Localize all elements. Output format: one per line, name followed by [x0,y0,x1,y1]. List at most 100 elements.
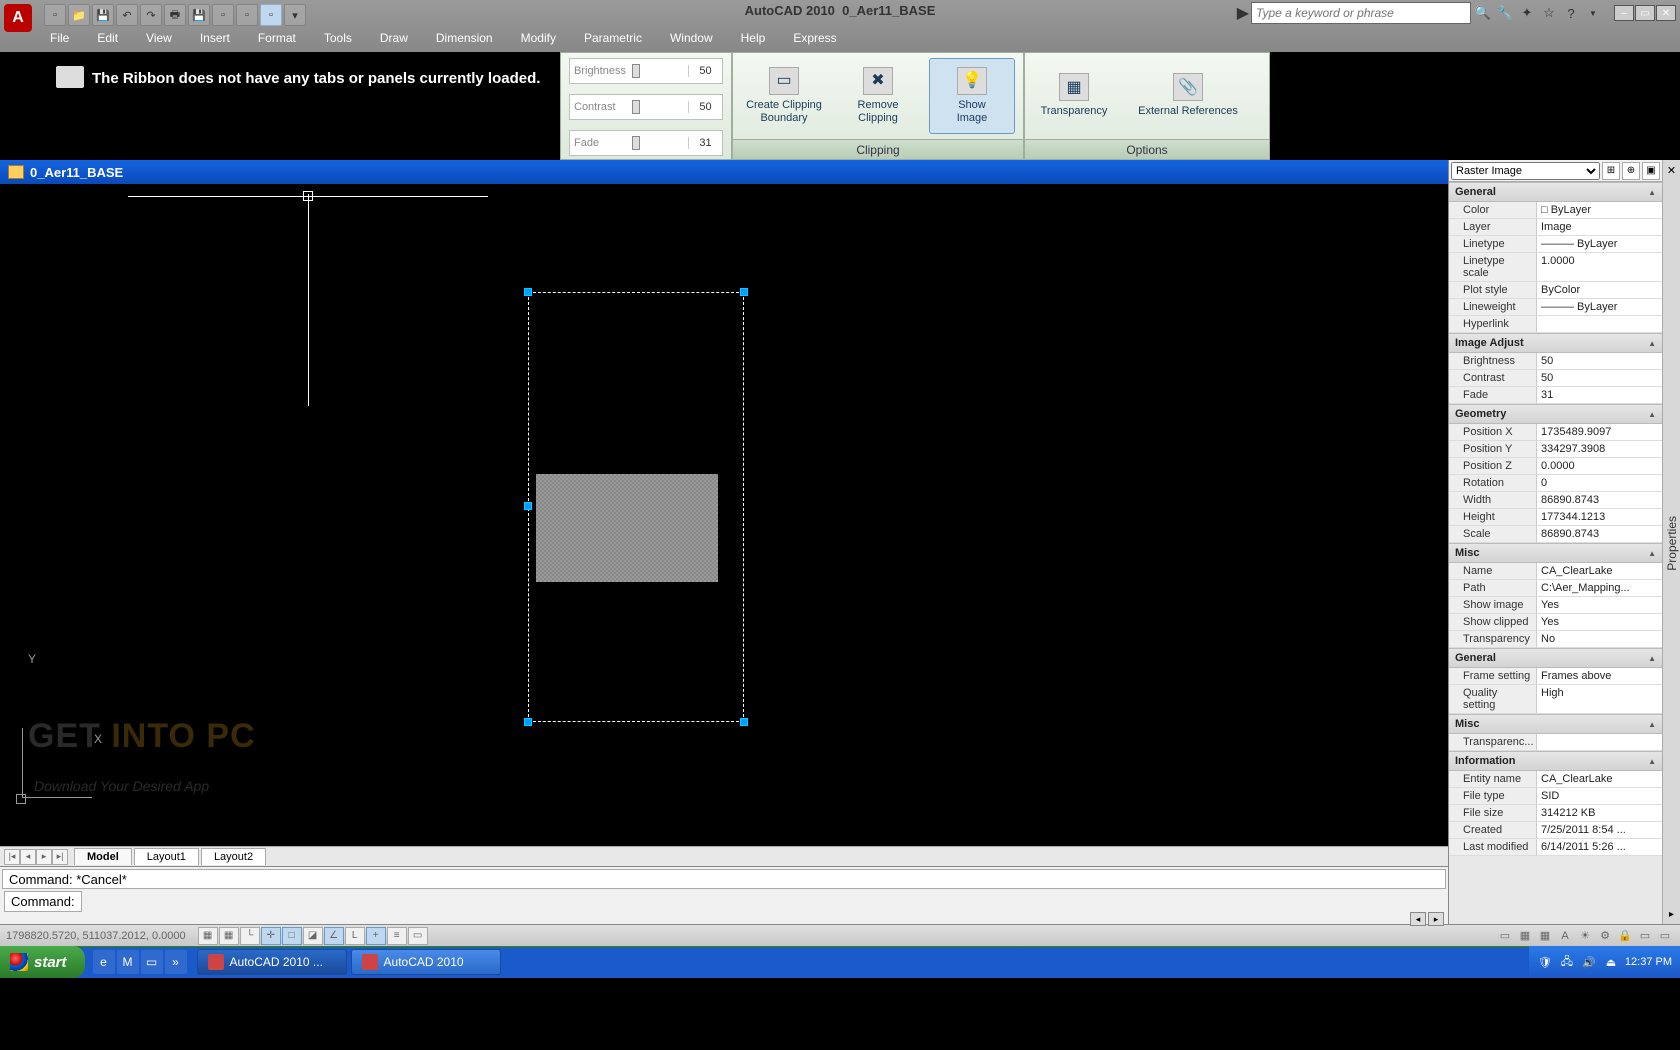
prop-row[interactable]: Contrast50 [1449,370,1662,387]
prop-row[interactable]: Scale86890.8743 [1449,526,1662,543]
menu-tools[interactable]: Tools [310,28,366,48]
workspace-switch-icon[interactable]: ⚙ [1596,927,1614,945]
menu-help[interactable]: Help [727,28,780,48]
favorite-icon[interactable]: ☆ [1539,3,1559,23]
minimize-button[interactable]: – [1614,5,1634,21]
palette-options-icon[interactable]: ▸ [1669,909,1674,920]
menu-modify[interactable]: Modify [507,28,570,48]
prop-group-header[interactable]: General▲ [1449,648,1662,668]
palette-close-icon[interactable]: ✕ [1667,164,1676,177]
hardware-accel-icon[interactable]: ▭ [1636,927,1654,945]
toolbar-lock-icon[interactable]: 🔒 [1616,927,1634,945]
3dosnap-toggle[interactable]: ◪ [303,927,323,945]
qat-print-icon[interactable]: 🖶 [164,4,186,26]
selectobj-icon[interactable]: ⊕ [1622,162,1640,180]
prop-row[interactable]: Width86890.8743 [1449,492,1662,509]
prop-row[interactable]: Position X1735489.9097 [1449,424,1662,441]
remove-clipping-button[interactable]: ✖Remove Clipping [835,58,921,134]
qat-new-icon[interactable]: ▫ [44,4,66,26]
taskbar-item-autocad-2[interactable]: AutoCAD 2010 [351,949,501,975]
qat-saveas-icon[interactable]: 💾 [188,4,210,26]
prop-row[interactable]: Entity nameCA_ClearLake [1449,771,1662,788]
prop-row[interactable]: LayerImage [1449,219,1662,236]
snap-toggle[interactable]: ▦ [198,927,218,945]
prop-group-header[interactable]: General▲ [1449,182,1662,202]
prop-row[interactable]: NameCA_ClearLake [1449,563,1662,580]
tab-model[interactable]: Model [74,848,132,865]
object-type-select[interactable]: Raster Image [1451,162,1600,180]
qat-sheet-icon[interactable]: ▫ [212,4,234,26]
prop-row[interactable]: PathC:\Aer_Mapping... [1449,580,1662,597]
prop-row[interactable]: Show clippedYes [1449,614,1662,631]
prop-row[interactable]: Last modified6/14/2011 5:26 ... [1449,839,1662,856]
annoscale-icon[interactable]: A [1556,927,1574,945]
menu-edit[interactable]: Edit [83,28,132,48]
infocenter-search[interactable] [1251,2,1471,24]
menu-view[interactable]: View [132,28,186,48]
menu-format[interactable]: Format [244,28,310,48]
properties-body[interactable]: General▲Color□ ByLayerLayerImageLinetype… [1449,182,1662,924]
otrack-toggle[interactable]: ∠ [324,927,344,945]
external-references-button[interactable]: 📎External References [1123,58,1253,134]
prop-group-header[interactable]: Geometry▲ [1449,404,1662,424]
grid-toggle[interactable]: ▦ [219,927,239,945]
infocenter-arrow-icon[interactable]: ▶ [1237,3,1249,23]
clock[interactable]: 12:37 PM [1625,956,1672,968]
prop-row[interactable]: Lineweight——— ByLayer [1449,299,1662,316]
dyn-toggle[interactable]: + [366,927,386,945]
brightness-slider[interactable]: Brightness50 [569,58,723,84]
ortho-toggle[interactable]: └ [240,927,260,945]
command-prompt[interactable]: Command: [4,891,82,912]
drawing-canvas[interactable]: YX GET INTO PC Download Your Desired App [0,184,1448,846]
qat-plot-icon[interactable]: ▫ [236,4,258,26]
qat-workspace-icon[interactable]: ▫ [260,4,282,26]
prop-row[interactable]: File typeSID [1449,788,1662,805]
help-icon[interactable]: ? [1561,3,1581,23]
prop-row[interactable]: Frame settingFrames above [1449,668,1662,685]
subscription-icon[interactable]: 🔧 [1495,3,1515,23]
transparency-button[interactable]: ▦Transparency [1033,58,1115,134]
show-image-button[interactable]: 💡Show Image [929,58,1015,134]
tray-volume-icon[interactable]: 🔊 [1581,954,1597,970]
ql-desktop-icon[interactable]: ▭ [141,950,163,974]
grip-tl[interactable] [524,288,532,296]
tray-usb-icon[interactable]: ⏏ [1603,954,1619,970]
qp-toggle[interactable]: ▭ [408,927,428,945]
maximize-button[interactable]: ▭ [1635,5,1655,21]
qat-undo-icon[interactable]: ↶ [116,4,138,26]
prop-row[interactable]: Color□ ByLayer [1449,202,1662,219]
menu-express[interactable]: Express [779,28,850,48]
help-dropdown-icon[interactable]: ▼ [1583,3,1603,23]
create-clipping-button[interactable]: ▭Create Clipping Boundary [741,58,827,134]
drawing-titlebar[interactable]: 0_Aer11_BASE [0,160,1448,184]
palette-titlebar[interactable]: ✕ Properties ▸ [1662,160,1680,924]
exchange-icon[interactable]: ✦ [1517,3,1537,23]
grip-bl[interactable] [524,718,532,726]
menu-draw[interactable]: Draw [366,28,422,48]
prop-row[interactable]: Brightness50 [1449,353,1662,370]
prop-row[interactable]: Quality settingHigh [1449,685,1662,714]
close-button[interactable]: ✕ [1656,5,1676,21]
app-menu-button[interactable]: A [4,4,32,32]
prop-row[interactable]: TransparencyNo [1449,631,1662,648]
qat-save-icon[interactable]: 💾 [92,4,114,26]
quickselect-icon[interactable]: ⊞ [1602,162,1620,180]
cmd-scroll-left-icon[interactable]: ◂ [1410,912,1426,926]
menu-insert[interactable]: Insert [186,28,244,48]
tray-network-icon[interactable]: 🖧 [1559,954,1575,970]
search-input[interactable] [1256,6,1466,20]
raster-image[interactable] [536,474,718,582]
grip-ml[interactable] [524,502,532,510]
prop-row[interactable]: Show imageYes [1449,597,1662,614]
prop-row[interactable]: Position Y334297.3908 [1449,441,1662,458]
contrast-slider[interactable]: Contrast50 [569,94,723,120]
tab-prev-icon[interactable]: ◂ [20,849,36,865]
binoculars-icon[interactable]: 🔍 [1473,3,1493,23]
lwt-toggle[interactable]: ≡ [387,927,407,945]
tab-next-icon[interactable]: ▸ [36,849,52,865]
prop-row[interactable]: Linetype——— ByLayer [1449,236,1662,253]
prop-row[interactable]: File size314212 KB [1449,805,1662,822]
ducs-toggle[interactable]: L [345,927,365,945]
model-paper-toggle[interactable]: ▭ [1496,927,1514,945]
cmd-scroll-right-icon[interactable]: ▸ [1428,912,1444,926]
